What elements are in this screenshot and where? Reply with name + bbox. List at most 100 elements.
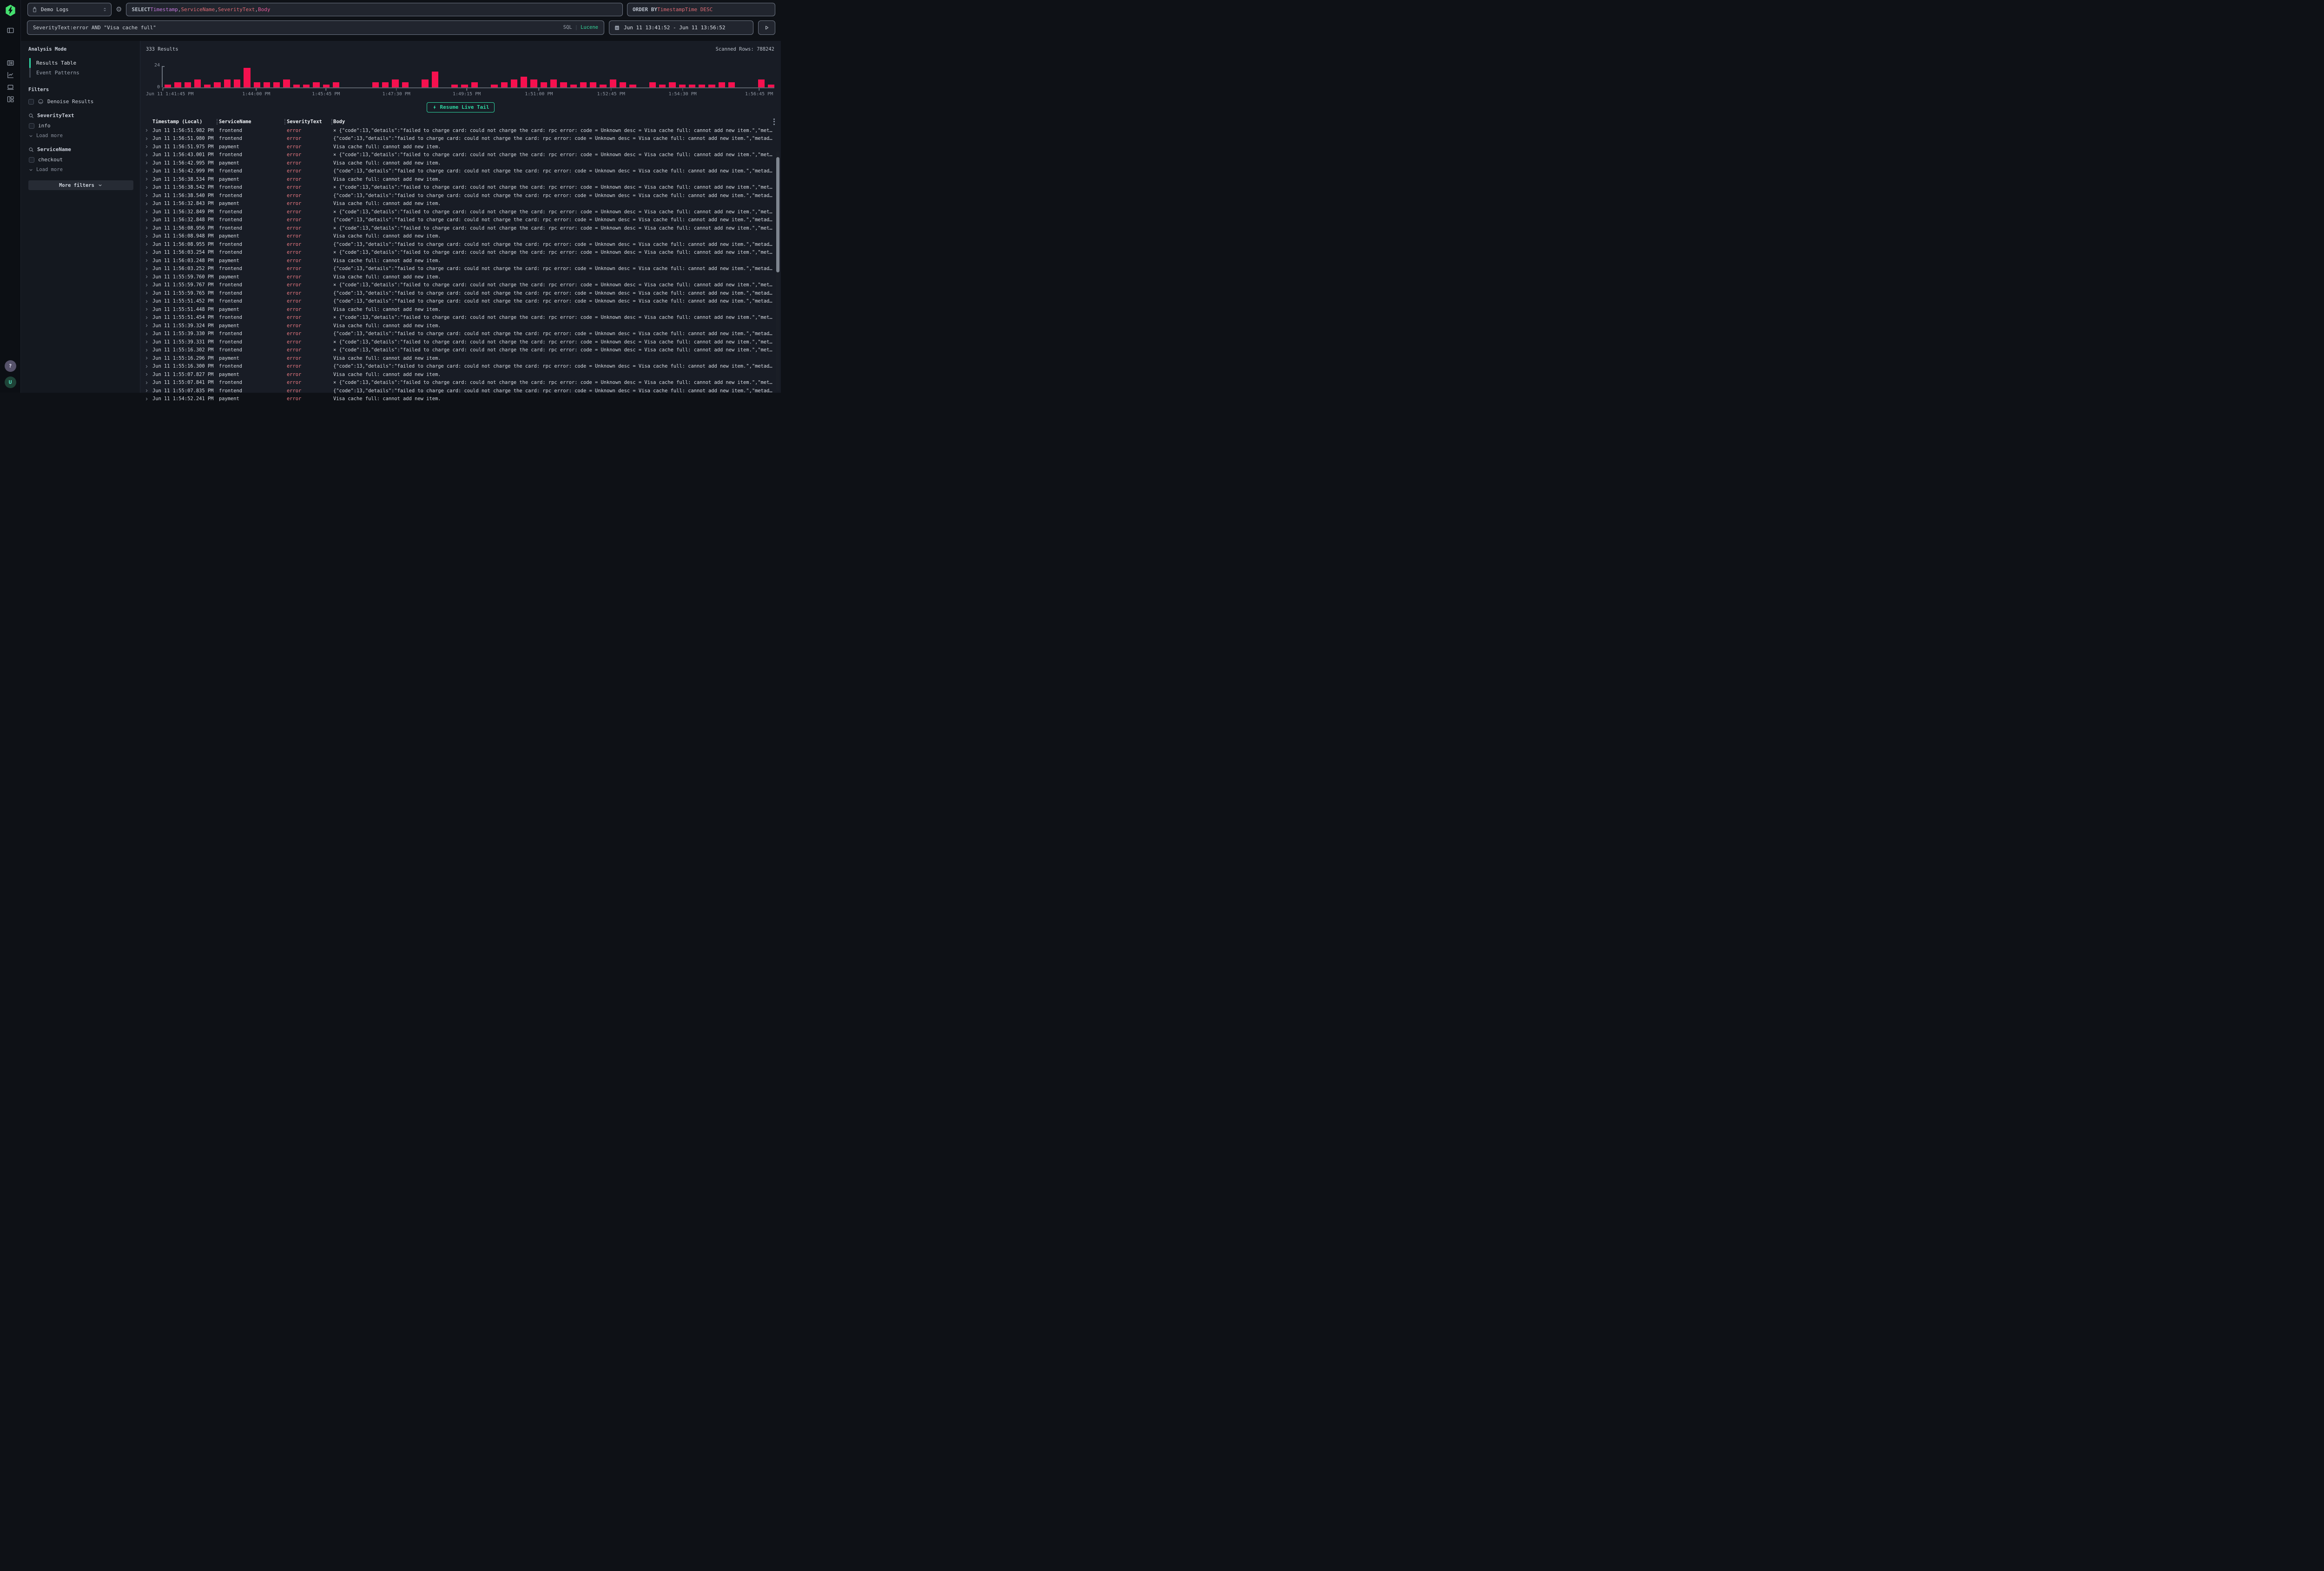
log-row[interactable]: Jun 11 1:56:51.975 PMpaymenterrorVisa ca… xyxy=(140,143,781,151)
log-row[interactable]: Jun 11 1:56:32.843 PMpaymenterrorVisa ca… xyxy=(140,200,781,208)
histogram-bar[interactable] xyxy=(541,82,547,88)
load-more-button[interactable]: Load more xyxy=(28,133,133,139)
row-expand-icon[interactable] xyxy=(140,381,152,385)
row-expand-icon[interactable] xyxy=(140,193,152,198)
filter-checkbox[interactable] xyxy=(29,157,34,163)
vertical-scrollbar[interactable] xyxy=(776,152,779,391)
row-expand-icon[interactable] xyxy=(140,137,152,141)
row-expand-icon[interactable] xyxy=(140,291,152,295)
histogram-bar[interactable] xyxy=(471,82,478,88)
row-expand-icon[interactable] xyxy=(140,299,152,304)
row-expand-icon[interactable] xyxy=(140,258,152,263)
table-options-kebab-icon[interactable] xyxy=(773,119,775,125)
column-header-timestamp[interactable]: Timestamp (Local) xyxy=(152,119,219,125)
histogram-bar[interactable] xyxy=(174,82,181,88)
log-row[interactable]: Jun 11 1:56:03.252 PMfrontenderror{"code… xyxy=(140,265,781,273)
histogram-bar[interactable] xyxy=(244,68,250,87)
run-query-button[interactable] xyxy=(758,20,775,35)
resume-live-tail-button[interactable]: Resume Live Tail xyxy=(427,102,495,112)
log-row[interactable]: Jun 11 1:55:59.765 PMfrontenderror{"code… xyxy=(140,289,781,297)
row-expand-icon[interactable] xyxy=(140,242,152,246)
row-expand-icon[interactable] xyxy=(140,185,152,190)
gear-icon[interactable]: ⚙ xyxy=(116,6,122,13)
histogram-bar[interactable] xyxy=(590,82,596,88)
histogram-bar[interactable] xyxy=(728,82,735,88)
log-row[interactable]: Jun 11 1:55:07.841 PMfrontenderror× {"co… xyxy=(140,379,781,387)
column-header-body[interactable]: Body xyxy=(333,119,769,125)
row-expand-icon[interactable] xyxy=(140,161,152,165)
histogram-bar[interactable] xyxy=(214,82,220,88)
row-expand-icon[interactable] xyxy=(140,389,152,393)
log-row[interactable]: Jun 11 1:56:43.001 PMfrontenderror× {"co… xyxy=(140,151,781,159)
column-header-severitytext[interactable]: SeverityText xyxy=(287,119,333,125)
search-query-input[interactable]: SeverityText:error AND "Visa cache full"… xyxy=(27,20,604,35)
log-row[interactable]: Jun 11 1:55:51.448 PMpaymenterrorVisa ca… xyxy=(140,305,781,314)
histogram-bar[interactable] xyxy=(580,82,587,88)
log-row[interactable]: Jun 11 1:55:51.454 PMfrontenderror× {"co… xyxy=(140,314,781,322)
row-expand-icon[interactable] xyxy=(140,202,152,206)
row-expand-icon[interactable] xyxy=(140,364,152,369)
sessions-icon[interactable] xyxy=(4,81,17,93)
column-resize-handle[interactable] xyxy=(284,119,285,125)
log-row[interactable]: Jun 11 1:56:32.848 PMfrontenderror{"code… xyxy=(140,216,781,224)
log-row[interactable]: Jun 11 1:55:16.300 PMfrontenderror{"code… xyxy=(140,363,781,371)
row-expand-icon[interactable] xyxy=(140,226,152,230)
log-row[interactable]: Jun 11 1:55:59.760 PMpaymenterrorVisa ca… xyxy=(140,273,781,281)
analysis-mode-item[interactable]: Results Table xyxy=(28,58,133,68)
denoise-results-toggle[interactable]: Denoise Results xyxy=(28,99,133,105)
scrollbar-thumb[interactable] xyxy=(776,157,779,272)
histogram-bar[interactable] xyxy=(719,82,725,88)
log-row[interactable]: Jun 11 1:56:42.995 PMpaymenterrorVisa ca… xyxy=(140,159,781,167)
log-row[interactable]: Jun 11 1:55:39.330 PMfrontenderror{"code… xyxy=(140,330,781,338)
log-row[interactable]: Jun 11 1:56:03.254 PMfrontenderror× {"co… xyxy=(140,249,781,257)
histogram-bar[interactable] xyxy=(530,79,537,87)
log-row[interactable]: Jun 11 1:55:07.827 PMpaymenterrorVisa ca… xyxy=(140,370,781,379)
row-expand-icon[interactable] xyxy=(140,323,152,328)
histogram-bar[interactable] xyxy=(521,77,527,87)
analysis-mode-item[interactable]: Event Patterns xyxy=(28,68,133,78)
histogram-bar[interactable] xyxy=(511,79,517,87)
more-filters-button[interactable]: More filters xyxy=(28,180,133,190)
histogram-bar[interactable] xyxy=(333,82,339,88)
language-sql-option[interactable]: SQL xyxy=(563,25,572,30)
histogram-bar[interactable] xyxy=(649,82,656,88)
row-expand-icon[interactable] xyxy=(140,210,152,214)
histogram-bar[interactable] xyxy=(620,82,626,88)
log-row[interactable]: Jun 11 1:55:51.452 PMfrontenderror{"code… xyxy=(140,297,781,306)
log-row[interactable]: Jun 11 1:55:59.767 PMfrontenderror× {"co… xyxy=(140,281,781,290)
log-row[interactable]: Jun 11 1:56:42.999 PMfrontenderror{"code… xyxy=(140,167,781,176)
row-expand-icon[interactable] xyxy=(140,397,152,401)
histogram-bar[interactable] xyxy=(610,79,616,87)
filter-option[interactable]: info xyxy=(28,123,133,129)
histogram-bar[interactable] xyxy=(758,79,765,87)
log-row[interactable]: Jun 11 1:56:38.540 PMfrontenderror{"code… xyxy=(140,191,781,200)
filter-group-header[interactable]: ServiceName xyxy=(28,146,133,152)
row-expand-icon[interactable] xyxy=(140,218,152,222)
row-expand-icon[interactable] xyxy=(140,153,152,157)
row-expand-icon[interactable] xyxy=(140,177,152,181)
filter-option[interactable]: checkout xyxy=(28,157,133,163)
log-row[interactable]: Jun 11 1:55:39.324 PMpaymenterrorVisa ca… xyxy=(140,322,781,330)
row-expand-icon[interactable] xyxy=(140,169,152,173)
log-row[interactable]: Jun 11 1:56:08.956 PMfrontenderror× {"co… xyxy=(140,224,781,232)
log-row[interactable]: Jun 11 1:56:08.955 PMfrontenderror{"code… xyxy=(140,240,781,249)
histogram-bar[interactable] xyxy=(560,82,567,88)
histogram-bar[interactable] xyxy=(550,79,557,87)
row-expand-icon[interactable] xyxy=(140,372,152,376)
dashboards-icon[interactable] xyxy=(4,93,17,105)
help-button[interactable]: ? xyxy=(5,360,16,372)
row-expand-icon[interactable] xyxy=(140,316,152,320)
log-row[interactable]: Jun 11 1:55:16.302 PMfrontenderror× {"co… xyxy=(140,346,781,355)
histogram-bar[interactable] xyxy=(422,79,428,87)
log-row[interactable]: Jun 11 1:54:52.241 PMpaymenterrorVisa ca… xyxy=(140,395,781,403)
row-expand-icon[interactable] xyxy=(140,145,152,149)
log-row[interactable]: Jun 11 1:55:39.331 PMfrontenderror× {"co… xyxy=(140,338,781,346)
row-expand-icon[interactable] xyxy=(140,267,152,271)
histogram-bar[interactable] xyxy=(669,82,675,88)
row-expand-icon[interactable] xyxy=(140,251,152,255)
filter-checkbox[interactable] xyxy=(29,123,34,129)
logs-icon[interactable] xyxy=(4,57,17,69)
row-expand-icon[interactable] xyxy=(140,275,152,279)
histogram-bar[interactable] xyxy=(432,72,438,88)
column-resize-handle[interactable] xyxy=(331,119,332,125)
